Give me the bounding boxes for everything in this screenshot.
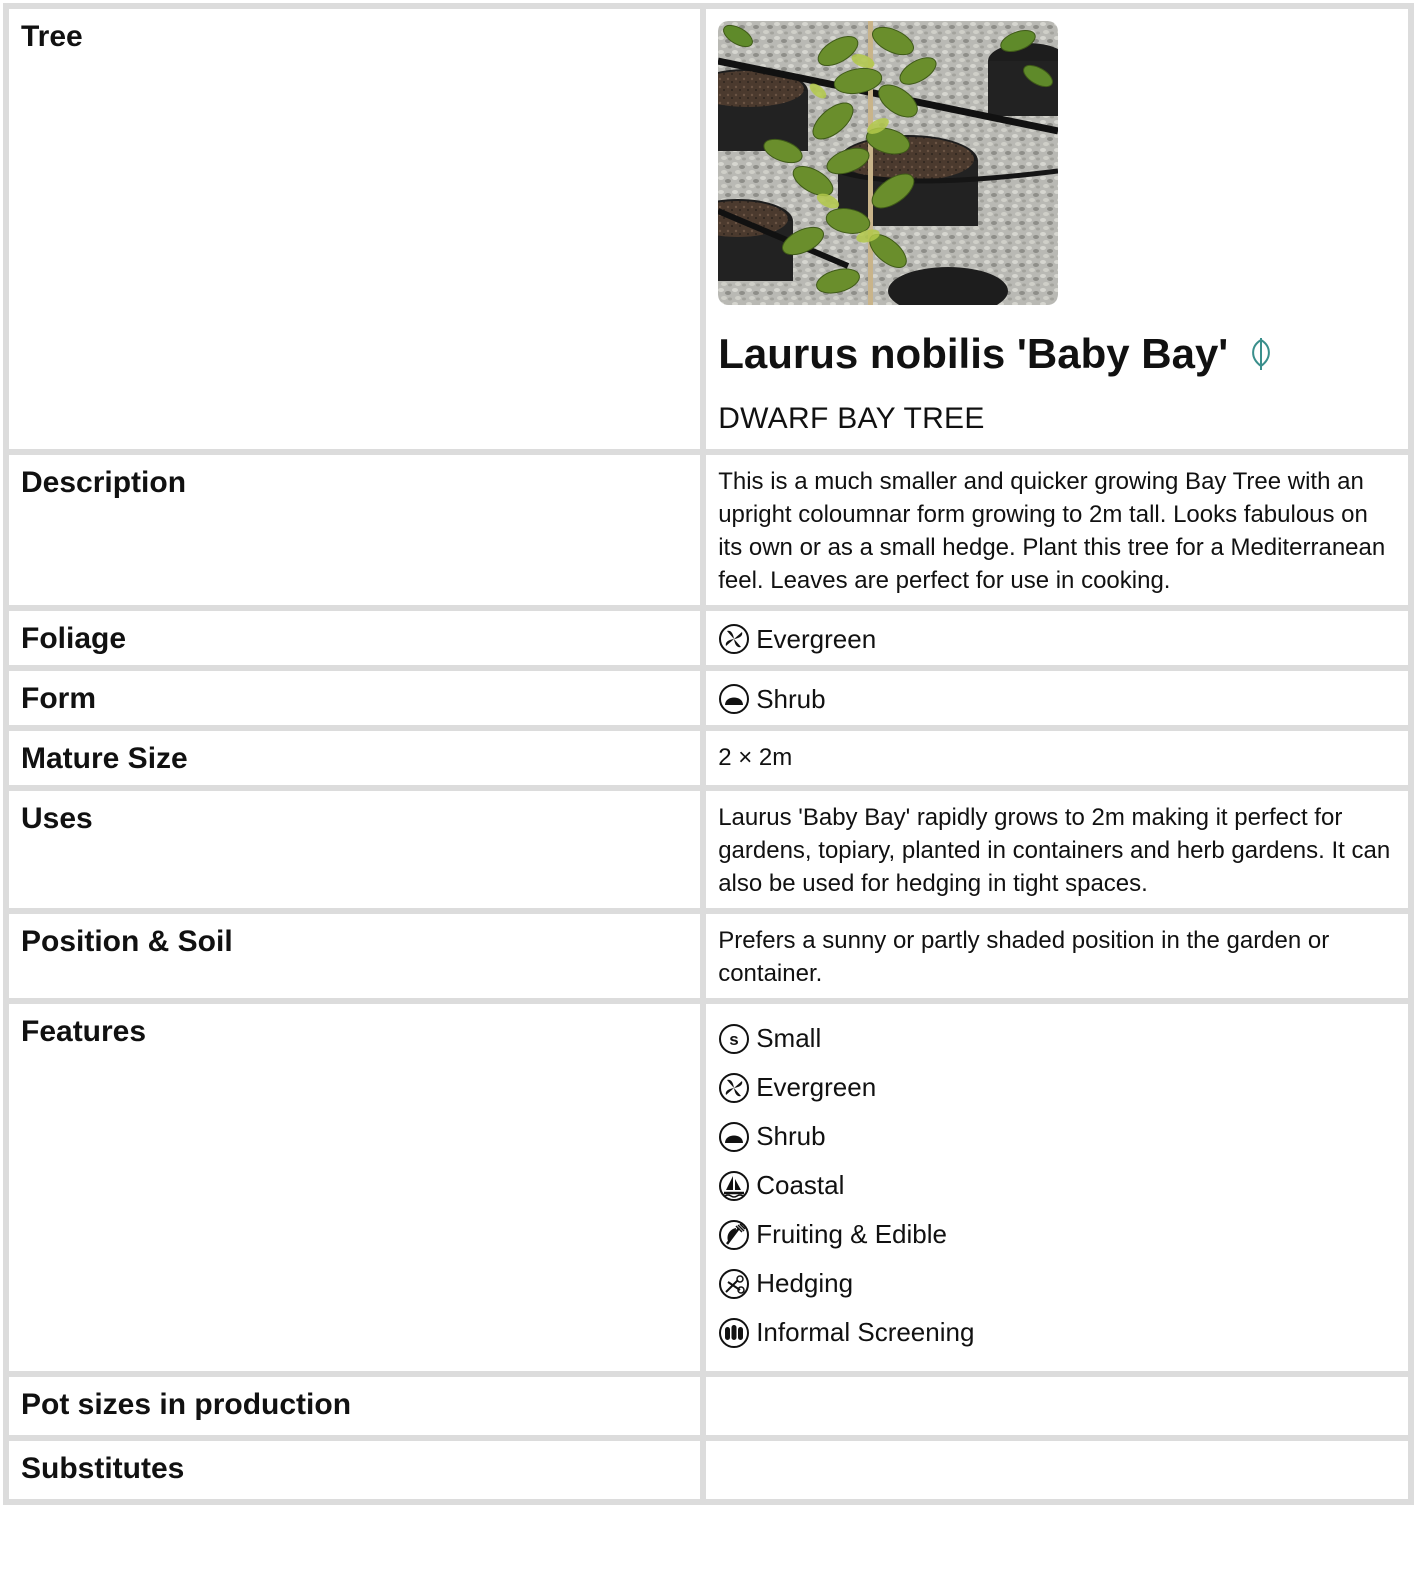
row-position-soil: Position & Soil Prefers a sunny or partl…: [9, 914, 1408, 998]
row-pot-sizes: Pot sizes in production: [9, 1377, 1408, 1435]
substitutes-text: [718, 1451, 1396, 1491]
row-substitutes: Substitutes: [9, 1441, 1408, 1499]
plant-botanical-name: Laurus nobilis 'Baby Bay': [718, 330, 1229, 377]
shrub-icon: [719, 684, 750, 714]
foliage-value: Evergreen: [718, 621, 1396, 657]
small-icon: s: [719, 1023, 750, 1054]
row-label: Description: [9, 455, 701, 605]
row-description: Description This is a much smaller and q…: [9, 455, 1408, 605]
plant-photo: [718, 21, 1059, 305]
foliage-value-cell: Evergreen: [706, 611, 1408, 665]
shrub-icon: [719, 1121, 750, 1152]
features-list: s Small Evergreen Shrub Coastal Fruiting…: [706, 1004, 1408, 1371]
plant-name-heading: Laurus nobilis 'Baby Bay': [718, 329, 1396, 379]
row-features: Features s Small Evergreen Shrub Coastal…: [9, 1004, 1408, 1371]
svg-text:s: s: [729, 1030, 738, 1049]
coastal-icon: [719, 1170, 750, 1201]
form-value: Shrub: [718, 681, 1396, 717]
description-text: This is a much smaller and quicker growi…: [706, 455, 1408, 605]
feature-item: Evergreen: [718, 1063, 1396, 1112]
row-form: Form Shrub: [9, 671, 1408, 725]
feature-label: Small: [756, 1023, 822, 1053]
feature-item: s Small: [718, 1014, 1396, 1063]
plant-spec-table: Tree Laurus nobilis 'Baby Bay' DWARF BAY…: [3, 3, 1414, 1505]
substitutes-value: [706, 1441, 1408, 1499]
row-mature-size: Mature Size 2 × 2m: [9, 731, 1408, 785]
feature-label: Evergreen: [756, 1072, 877, 1102]
feature-item: Shrub: [718, 1112, 1396, 1161]
row-label: Uses: [9, 791, 701, 908]
row-label: Tree: [9, 9, 701, 449]
row-label: Mature Size: [9, 731, 701, 785]
row-label: Form: [9, 671, 701, 725]
feature-label: Shrub: [756, 1121, 826, 1151]
fruiting-edible-icon: [719, 1219, 750, 1250]
hedging-icon: [719, 1268, 750, 1299]
feature-item: Fruiting & Edible: [718, 1210, 1396, 1259]
pot-sizes-text: [718, 1387, 1396, 1427]
pot-sizes-value: [706, 1377, 1408, 1435]
row-uses: Uses Laurus 'Baby Bay' rapidly grows to …: [9, 791, 1408, 908]
row-foliage: Foliage Evergreen: [9, 611, 1408, 665]
feature-label: Hedging: [756, 1268, 854, 1298]
position-soil-text: Prefers a sunny or partly shaded positio…: [706, 914, 1408, 998]
feature-label: Fruiting & Edible: [756, 1219, 947, 1249]
plant-common-name: DWARF BAY TREE: [718, 402, 985, 435]
row-label: Foliage: [9, 611, 701, 665]
row-label: Substitutes: [9, 1441, 701, 1499]
form-text: Shrub: [756, 683, 826, 714]
mature-size-value: 2 × 2m: [706, 731, 1408, 785]
evergreen-icon: [719, 1072, 750, 1103]
feature-label: Informal Screening: [756, 1317, 975, 1347]
feature-item: Hedging: [718, 1259, 1396, 1308]
leaf-logo-icon: [1252, 338, 1271, 370]
row-label: Features: [9, 1004, 701, 1371]
row-tree: Tree Laurus nobilis 'Baby Bay' DWARF BAY…: [9, 9, 1408, 449]
feature-item: Informal Screening: [718, 1308, 1396, 1357]
uses-text: Laurus 'Baby Bay' rapidly grows to 2m ma…: [706, 791, 1408, 908]
feature-label: Coastal: [756, 1170, 845, 1200]
row-label: Pot sizes in production: [9, 1377, 701, 1435]
feature-item: Coastal: [718, 1161, 1396, 1210]
evergreen-icon: [719, 624, 750, 654]
row-label: Position & Soil: [9, 914, 701, 998]
tree-value-cell: Laurus nobilis 'Baby Bay' DWARF BAY TREE: [706, 9, 1408, 449]
informal-screening-icon: [719, 1317, 750, 1348]
foliage-text: Evergreen: [756, 623, 877, 654]
form-value-cell: Shrub: [706, 671, 1408, 725]
